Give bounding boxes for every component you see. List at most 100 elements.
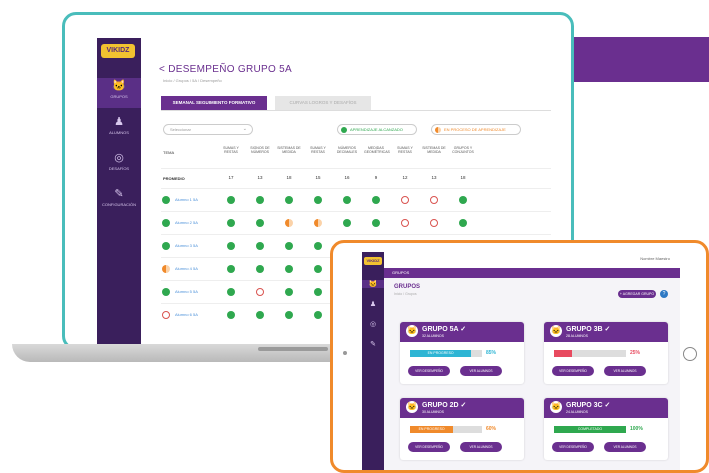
- status-cell[interactable]: [285, 242, 293, 250]
- student-status-icon: [162, 219, 170, 227]
- student-name-link[interactable]: Alumno 6 5A: [175, 312, 198, 317]
- status-cell[interactable]: [285, 219, 293, 227]
- status-cell[interactable]: [227, 265, 235, 273]
- people-icon[interactable]: ♟: [362, 300, 384, 308]
- status-cell[interactable]: [459, 219, 467, 227]
- column-header: SIGNOS DE NÚMEROS: [250, 146, 270, 154]
- sidebar-item-configuración[interactable]: ✎ CONFIGURACIÓN: [97, 186, 141, 216]
- status-cell[interactable]: [256, 265, 264, 273]
- status-cell[interactable]: [314, 265, 322, 273]
- purple-banner: [570, 37, 709, 82]
- total-value: 18: [460, 175, 466, 180]
- student-name-link[interactable]: Alumno 4 5A: [175, 266, 198, 271]
- status-cell[interactable]: [372, 196, 380, 204]
- column-header: SISTEMAS DE MEDIDA: [277, 146, 301, 154]
- view-students-button[interactable]: VER ALUMNOS: [604, 442, 646, 452]
- status-cell[interactable]: [401, 196, 409, 204]
- group-card: 🐱 GRUPO 3B ✓ 28 ALUMNOS 25% VER DESEMPEÑO VER…: [544, 322, 668, 384]
- sidebar-item-alumnos[interactable]: ♟ ALUMNOS: [97, 114, 141, 144]
- column-header: NÚMEROS DECIMALES: [336, 146, 358, 154]
- status-cell[interactable]: [314, 288, 322, 296]
- status-cell[interactable]: [343, 219, 351, 227]
- student-status-icon: [162, 311, 170, 319]
- progress-bar: EN PROGRESO: [410, 426, 482, 433]
- group-name[interactable]: GRUPO 2D ✓: [422, 401, 524, 409]
- status-cell[interactable]: [256, 219, 264, 227]
- view-performance-button[interactable]: VER DESEMPEÑO: [552, 442, 594, 452]
- page-title[interactable]: < DESEMPEÑO GRUPO 5A: [159, 64, 292, 75]
- home-button[interactable]: [683, 347, 697, 361]
- student-name-link[interactable]: Alumno 5 5A: [175, 289, 198, 294]
- group-name[interactable]: GRUPO 5A ✓: [422, 325, 524, 333]
- status-cell[interactable]: [227, 288, 235, 296]
- status-cell[interactable]: [227, 311, 235, 319]
- add-group-button[interactable]: + AGREGAR GRUPO: [618, 290, 656, 298]
- sidebar-item-grupos[interactable]: 🐱 GRUPOS: [97, 78, 141, 108]
- status-cell[interactable]: [430, 219, 438, 227]
- status-cell[interactable]: [285, 288, 293, 296]
- student-count: 30 ALUMNOS: [422, 410, 444, 414]
- progress-fill: [554, 350, 572, 357]
- help-button[interactable]: ?: [660, 290, 668, 298]
- total-value: 17: [228, 175, 234, 180]
- status-cell[interactable]: [459, 196, 467, 204]
- status-cell[interactable]: [343, 196, 351, 204]
- row-divider: [161, 188, 551, 189]
- view-performance-button[interactable]: VER DESEMPEÑO: [552, 366, 594, 376]
- camera: [343, 351, 347, 355]
- group-name[interactable]: GRUPO 3B ✓: [566, 325, 668, 333]
- sidebar-item-desafíos[interactable]: ◎ DESAFÍOS: [97, 150, 141, 180]
- view-students-button[interactable]: VER ALUMNOS: [604, 366, 646, 376]
- status-cell[interactable]: [256, 242, 264, 250]
- status-cell[interactable]: [227, 219, 235, 227]
- sidebar: VIKIDZ 🐱 GRUPOS ♟ ALUMNOS ◎ DESAFÍOS ✎ CONFIGUR…: [97, 38, 141, 344]
- status-cell[interactable]: [256, 196, 264, 204]
- tablet-breadcrumb: Inicio / Grupos: [394, 292, 417, 296]
- status-cell[interactable]: [256, 311, 264, 319]
- filter-select[interactable]: Seleccionar ⌄: [163, 124, 253, 135]
- user-menu[interactable]: Nombre Maestro: [640, 256, 670, 261]
- cat-icon[interactable]: 🐱: [362, 280, 384, 288]
- scene: VIKIDZ 🐱 GRUPOS ♟ ALUMNOS ◎ DESAFÍOS ✎ CONFIGUR…: [0, 0, 709, 473]
- student-name-link[interactable]: Alumno 2 5A: [175, 220, 198, 225]
- status-cell[interactable]: [314, 196, 322, 204]
- breadcrumb: Inicio / Grupos / 5A / Desempeño: [163, 78, 222, 83]
- status-cell[interactable]: [285, 196, 293, 204]
- view-students-button[interactable]: VER ALUMNOS: [460, 366, 502, 376]
- progress-percent: 100%: [630, 426, 643, 432]
- group-card: 🐱 GRUPO 3C ✓ 24 ALUMNOS COMPLETADO 100% VER D…: [544, 398, 668, 460]
- view-performance-button[interactable]: VER DESEMPEÑO: [408, 442, 450, 452]
- status-cell[interactable]: [314, 242, 322, 250]
- status-cell[interactable]: [314, 219, 322, 227]
- status-cell[interactable]: [314, 311, 322, 319]
- student-name-link[interactable]: Alumno 3 5A: [175, 243, 198, 248]
- total-value: 12: [402, 175, 408, 180]
- status-cell[interactable]: [285, 265, 293, 273]
- group-card: 🐱 GRUPO 2D ✓ 30 ALUMNOS EN PROGRESO 60% VER D…: [400, 398, 524, 460]
- report-icon[interactable]: ✎: [362, 340, 384, 348]
- total-value: 9: [374, 175, 378, 180]
- cat-icon: 🐱: [112, 80, 126, 92]
- status-cell[interactable]: [401, 219, 409, 227]
- student-name-link[interactable]: Alumno 1 5A: [175, 197, 198, 202]
- status-cell[interactable]: [285, 311, 293, 319]
- student-count: 32 ALUMNOS: [422, 334, 444, 338]
- totals-label: PROMEDIO: [163, 176, 185, 181]
- cat-icon: 🐱: [406, 325, 418, 337]
- legend-in-process: EN PROCESO DE APRENDIZAJE: [431, 124, 521, 135]
- view-students-button[interactable]: VER ALUMNOS: [460, 442, 502, 452]
- group-name[interactable]: GRUPO 3C ✓: [566, 401, 668, 409]
- progress-percent: 25%: [630, 350, 641, 356]
- card-header: 🐱 GRUPO 2D ✓ 30 ALUMNOS: [400, 398, 524, 418]
- total-value: 18: [286, 175, 292, 180]
- status-cell[interactable]: [227, 196, 235, 204]
- status-cell[interactable]: [372, 219, 380, 227]
- status-cell[interactable]: [227, 242, 235, 250]
- status-cell[interactable]: [256, 288, 264, 296]
- view-performance-button[interactable]: VER DESEMPEÑO: [408, 366, 450, 376]
- tab-curves[interactable]: CURVAS LOGROS Y DESAFÍOS: [275, 96, 371, 110]
- target-icon[interactable]: ◎: [362, 320, 384, 328]
- tab-weekly[interactable]: SEMANAL SEGUIMIENTO FORMATIVO: [161, 96, 267, 110]
- status-cell[interactable]: [430, 196, 438, 204]
- total-value: 16: [344, 175, 350, 180]
